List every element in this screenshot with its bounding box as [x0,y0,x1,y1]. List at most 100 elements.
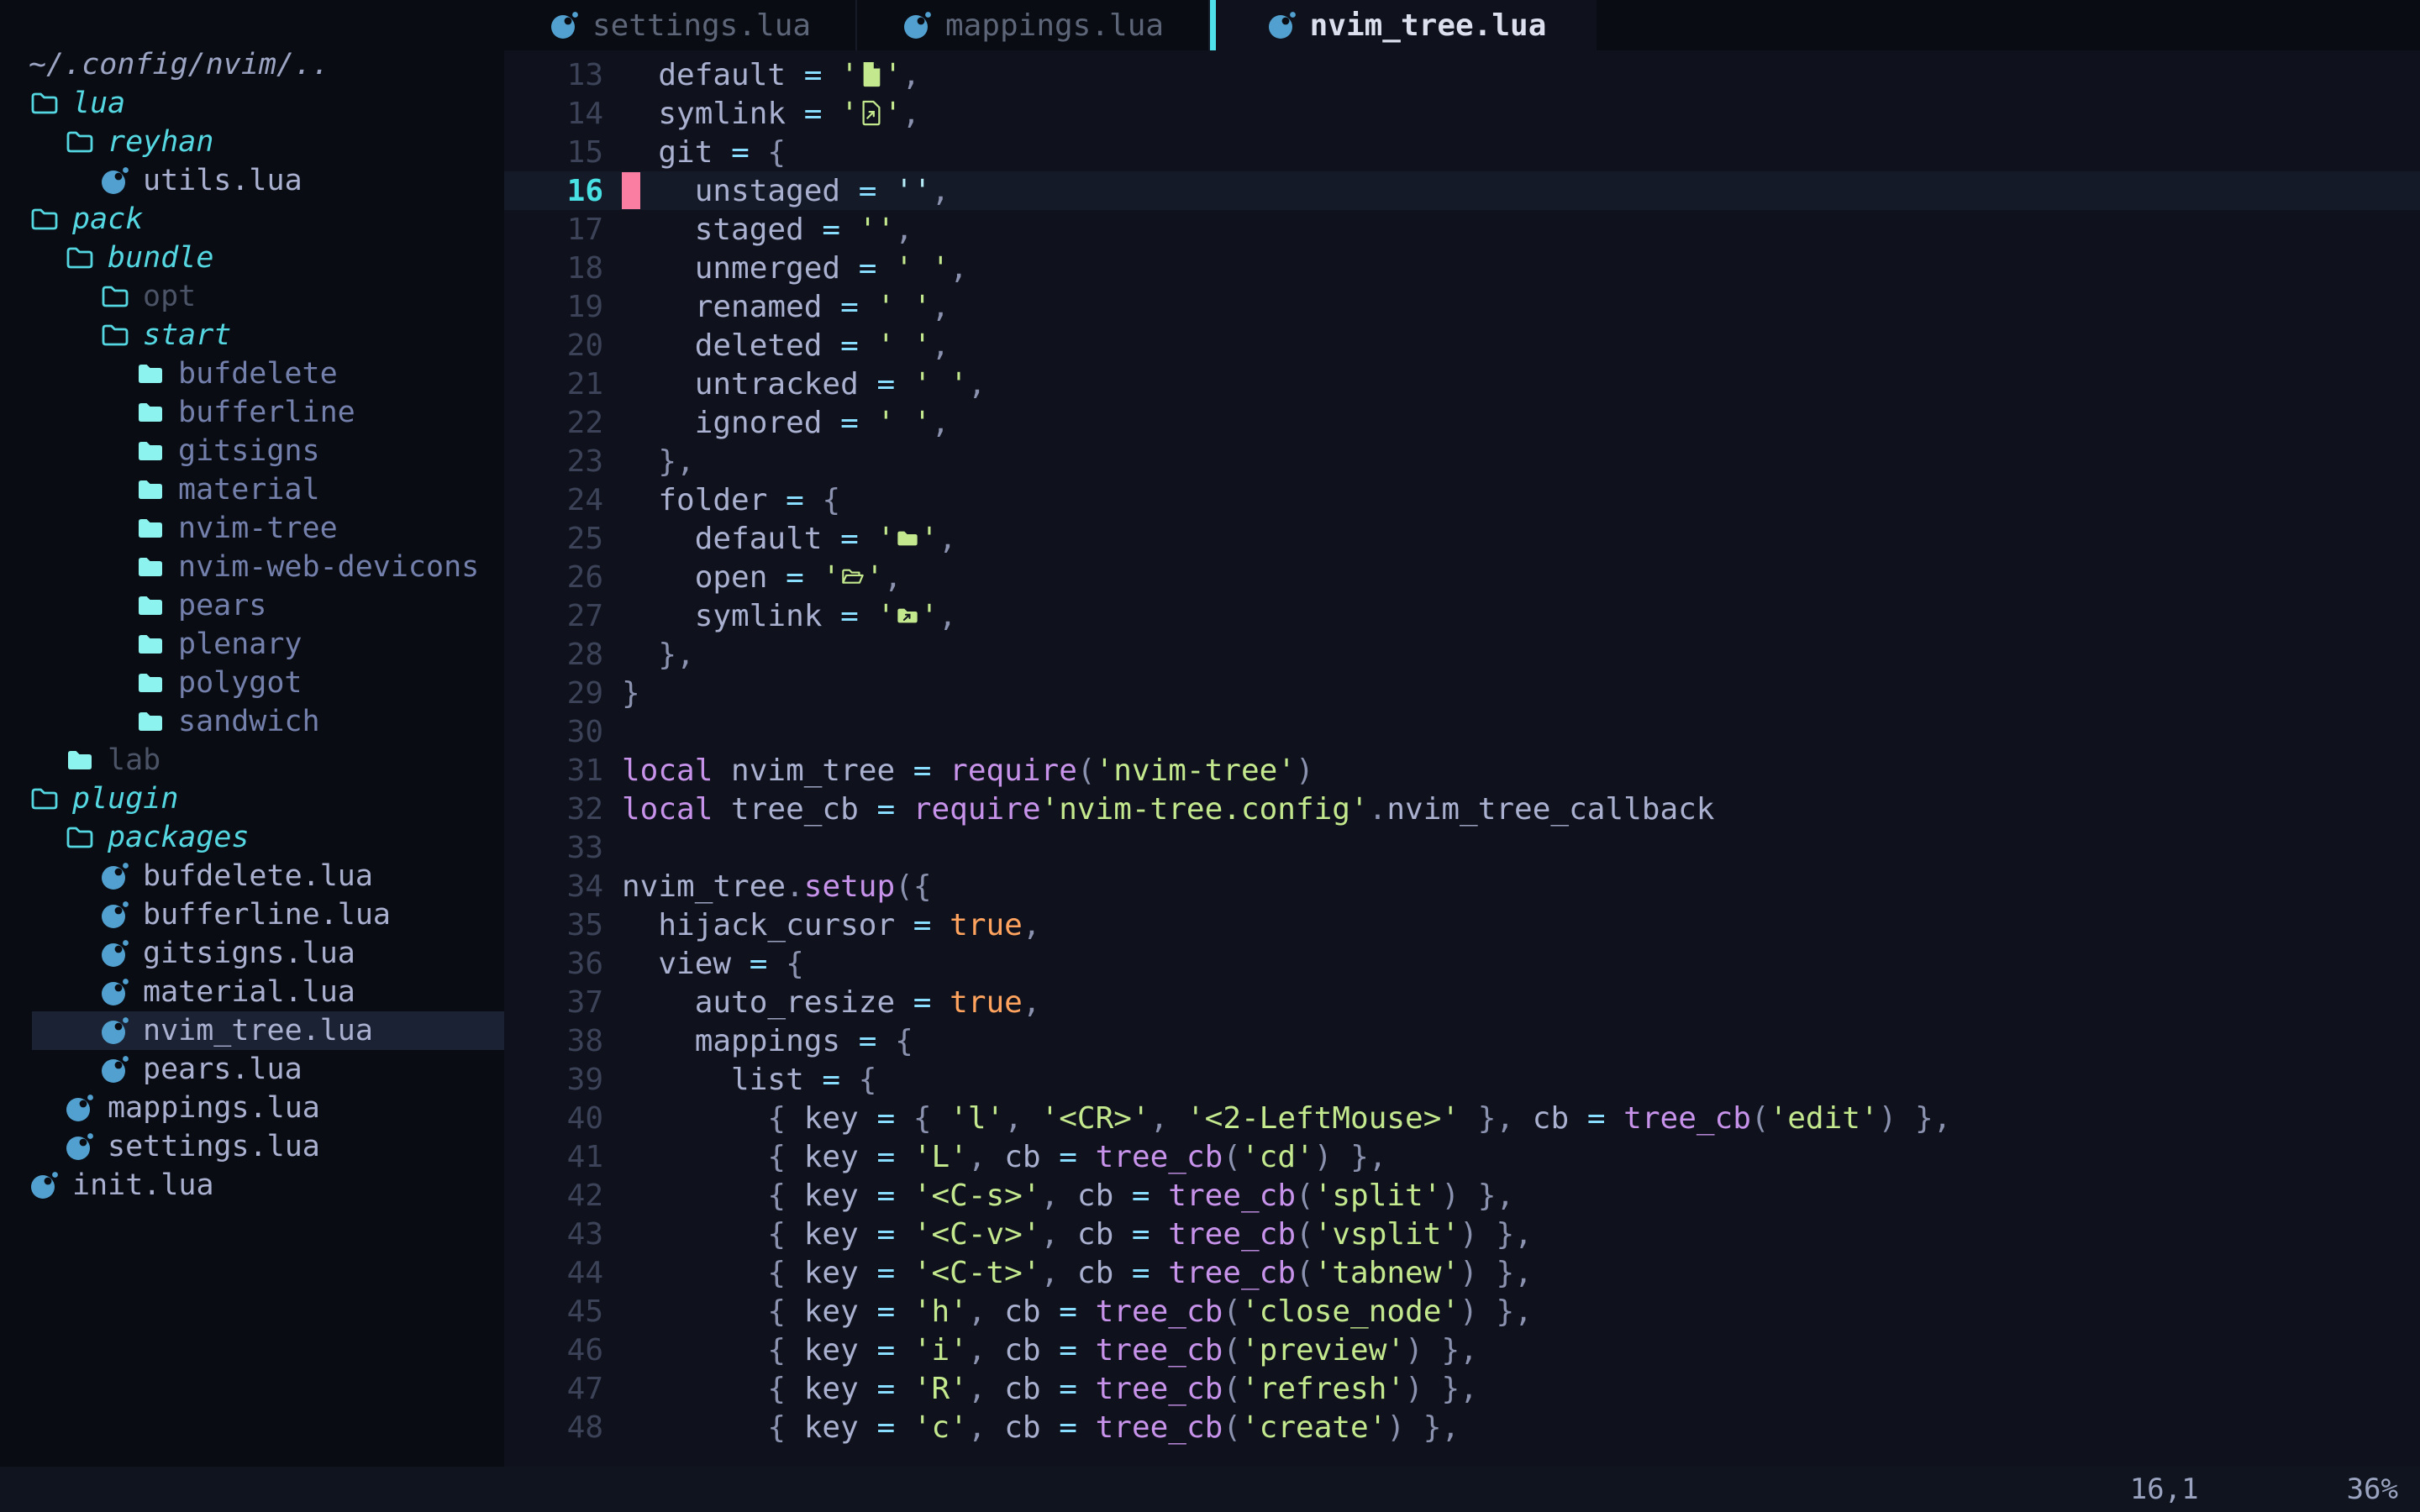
code-text: mappings = { [622,1024,913,1058]
tree-item-label: material.lua [143,975,355,1009]
code-line-48[interactable]: 48 { key = 'c', cb = tree_cb('create') }… [504,1408,2420,1446]
code-text: { key = 'L', cb = tree_cb('cd') }, [622,1140,1386,1174]
tree-item-nvim-web-devicons[interactable]: nvim-web-devicons [0,548,504,586]
code-line-44[interactable]: 44 { key = '<C-t>', cb = tree_cb('tabnew… [504,1253,2420,1292]
tree-item-gitsigns.lua[interactable]: gitsigns.lua [0,934,504,973]
tree-item-label: nvim-web-devicons [178,550,479,584]
code-line-33[interactable]: 33 [504,828,2420,867]
code-line-17[interactable]: 17 staged = '', [504,210,2420,249]
lua-icon [99,937,131,969]
code-line-23[interactable]: 23 }, [504,442,2420,480]
code-line-13[interactable]: 13 default = '', [504,55,2420,94]
folder-outline-icon [99,319,131,351]
tree-item-mappings.lua[interactable]: mappings.lua [0,1089,504,1127]
tree-item-material[interactable]: material [0,470,504,509]
code-text: local nvim_tree = require('nvim-tree') [622,753,1314,788]
code-line-29[interactable]: 29} [504,674,2420,712]
code-line-24[interactable]: 24 folder = { [504,480,2420,519]
line-number: 16 [504,174,622,208]
tree-item-sandwich[interactable]: sandwich [0,702,504,741]
code-line-28[interactable]: 28 }, [504,635,2420,674]
line-number: 38 [504,1024,622,1058]
code-line-22[interactable]: 22 ignored = ' ', [504,403,2420,442]
code-line-19[interactable]: 19 renamed = ' ', [504,287,2420,326]
code-line-25[interactable]: 25 default = '', [504,519,2420,558]
tree-item-lua[interactable]: lua [0,84,504,123]
tree-item-pack[interactable]: pack [0,200,504,239]
tree-item-label: lab [108,743,160,777]
code-line-37[interactable]: 37 auto_resize = true, [504,983,2420,1021]
tree-item-polygot[interactable]: polygot [0,664,504,702]
code-text: untracked = ' ', [622,367,986,402]
lua-icon [99,899,131,931]
code-line-32[interactable]: 32local tree_cb = require'nvim-tree.conf… [504,790,2420,828]
tree-item-nvim-tree[interactable]: nvim-tree [0,509,504,548]
folder-solid-icon [134,474,166,506]
tree-item-lab[interactable]: lab [0,741,504,780]
code-line-31[interactable]: 31local nvim_tree = require('nvim-tree') [504,751,2420,790]
code-line-16[interactable]: 16 unstaged = '', [504,171,2420,210]
code-line-38[interactable]: 38 mappings = { [504,1021,2420,1060]
file-icon [859,60,884,90]
tree-item-opt[interactable]: opt [0,277,504,316]
tab-nvim_tree.lua[interactable]: nvim_tree.lua [1210,0,1597,50]
tree-item-label: ~/.config/nvim/.. [29,48,329,81]
code-line-42[interactable]: 42 { key = '<C-s>', cb = tree_cb('split'… [504,1176,2420,1215]
tree-item-plugin[interactable]: plugin [0,780,504,818]
tree-item-reyhan[interactable]: reyhan [0,123,504,161]
code-line-40[interactable]: 40 { key = { 'l', '<CR>', '<2-LeftMouse>… [504,1099,2420,1137]
code-line-26[interactable]: 26 open = '', [504,558,2420,596]
tree-item-bundle[interactable]: bundle [0,239,504,277]
tree-item-material.lua[interactable]: material.lua [0,973,504,1011]
line-number: 13 [504,58,622,92]
code-line-39[interactable]: 39 list = { [504,1060,2420,1099]
line-number: 32 [504,792,622,827]
tree-item-label: pears.lua [143,1053,302,1086]
code-line-41[interactable]: 41 { key = 'L', cb = tree_cb('cd') }, [504,1137,2420,1176]
line-number: 20 [504,328,622,363]
tree-item-pears.lua[interactable]: pears.lua [0,1050,504,1089]
tree-item-gitsigns[interactable]: gitsigns [0,432,504,470]
tree-item-label: packages [108,821,250,854]
code-line-45[interactable]: 45 { key = 'h', cb = tree_cb('close_node… [504,1292,2420,1331]
folder-outline-icon [64,242,96,274]
code-line-15[interactable]: 15 git = { [504,133,2420,171]
tree-item-init.lua[interactable]: init.lua [0,1166,504,1205]
tree-item-plenary[interactable]: plenary [0,625,504,664]
tree-item-bufdelete[interactable]: bufdelete [0,354,504,393]
code-line-46[interactable]: 46 { key = 'i', cb = tree_cb('preview') … [504,1331,2420,1369]
lua-icon [1266,9,1298,41]
line-number: 23 [504,444,622,479]
code-line-35[interactable]: 35 hijack_cursor = true, [504,906,2420,944]
tab-mappings.lua[interactable]: mappings.lua [857,0,1210,50]
tree-item-start[interactable]: start [0,316,504,354]
tree-item-pears[interactable]: pears [0,586,504,625]
code-line-14[interactable]: 14 symlink = '', [504,94,2420,133]
tree-item-nvim_tree.lua[interactable]: nvim_tree.lua [0,1011,504,1050]
line-number: 36 [504,947,622,981]
code-line-21[interactable]: 21 untracked = ' ', [504,365,2420,403]
line-number: 25 [504,522,622,556]
code-line-20[interactable]: 20 deleted = ' ', [504,326,2420,365]
tree-item-bufdelete.lua[interactable]: bufdelete.lua [0,857,504,895]
code-line-43[interactable]: 43 { key = '<C-v>', cb = tree_cb('vsplit… [504,1215,2420,1253]
tree-item-label: gitsigns [178,434,320,468]
code-line-27[interactable]: 27 symlink = '', [504,596,2420,635]
code-line-47[interactable]: 47 { key = 'R', cb = tree_cb('refresh') … [504,1369,2420,1408]
folder-outline-icon [29,783,60,815]
editor-buffer[interactable]: 13 default = '',14 symlink = '',15 git =… [504,50,2420,1467]
tab-settings.lua[interactable]: settings.lua [504,0,857,50]
code-line-18[interactable]: 18 unmerged = ' ', [504,249,2420,287]
tree-item-.confignvim..[interactable]: ~/.config/nvim/.. [0,45,504,84]
editor-column: settings.luamappings.luanvim_tree.lua 13… [504,0,2420,1467]
code-text: { key = '<C-v>', cb = tree_cb('vsplit') … [622,1217,1533,1252]
code-line-34[interactable]: 34nvim_tree.setup({ [504,867,2420,906]
code-text: deleted = ' ', [622,328,950,363]
tree-item-bufferline[interactable]: bufferline [0,393,504,432]
tree-item-bufferline.lua[interactable]: bufferline.lua [0,895,504,934]
tree-item-packages[interactable]: packages [0,818,504,857]
code-line-30[interactable]: 30 [504,712,2420,751]
tree-item-settings.lua[interactable]: settings.lua [0,1127,504,1166]
tree-item-utils.lua[interactable]: utils.lua [0,161,504,200]
code-line-36[interactable]: 36 view = { [504,944,2420,983]
